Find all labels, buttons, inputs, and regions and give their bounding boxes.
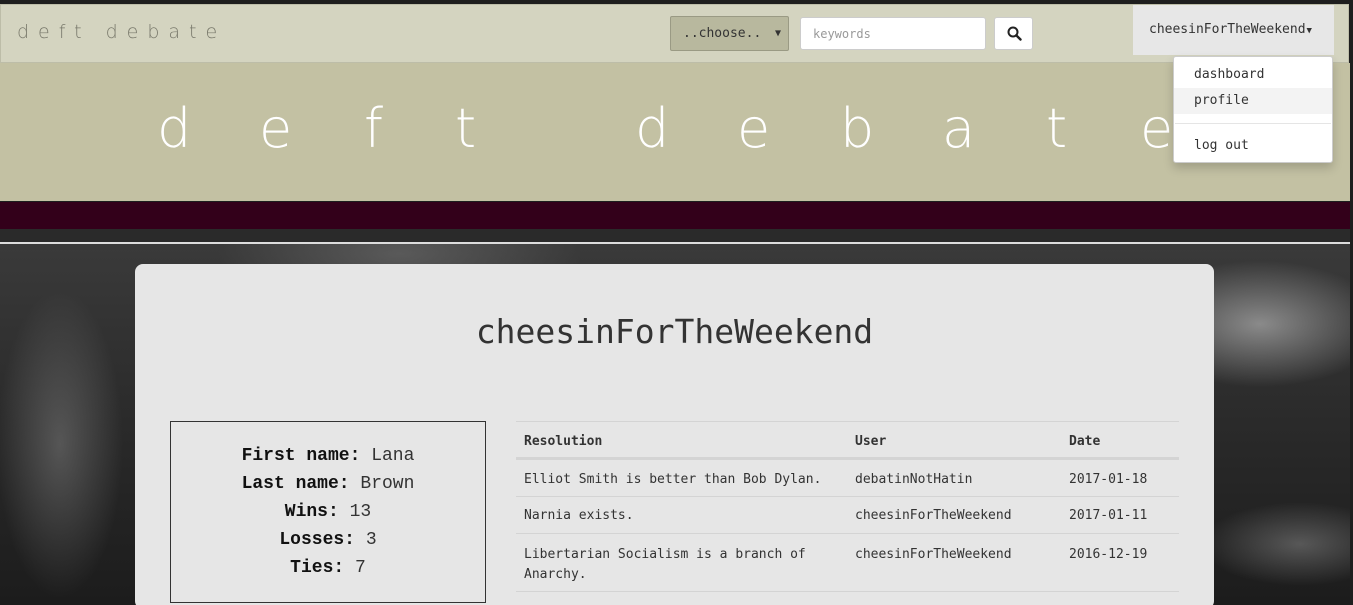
keywords-input[interactable] [800,17,986,50]
brand-logo[interactable]: deft debate [17,21,226,43]
user-info-box: First name: Lana Last name: Brown Wins: … [170,421,486,603]
wins-value: 13 [349,502,372,522]
ties-value: 7 [355,558,366,578]
first-name-value: Lana [371,446,415,466]
column-header-date: Date [1069,434,1101,449]
resolution-cell[interactable]: Narnia exists. [524,508,834,523]
hero-banner: d e f t d e b a t e [0,63,1350,201]
user-cell[interactable]: cheesinForTheWeekend [855,545,1012,565]
user-dropdown-menu: dashboard profile log out [1173,56,1333,163]
category-select[interactable]: ..choose.. ▼ [670,16,789,51]
menu-divider [1175,123,1331,124]
last-name-line: Last name: Brown [171,470,485,498]
banner-letter: t [455,97,477,160]
resolution-cell[interactable]: Libertarian Socialism is a branch of Ana… [524,545,834,585]
banner-letter: f [364,97,384,160]
ties-line: Ties: 7 [171,554,485,582]
wins-line: Wins: 13 [171,498,485,526]
last-name-label: Last name: [241,474,350,494]
banner-letter: a [942,97,976,160]
profile-username: cheesinForTheWeekend [475,312,874,351]
column-header-resolution: Resolution [524,434,603,449]
table-row-partial[interactable] [516,591,1179,605]
menu-item-log-out[interactable]: log out [1174,133,1332,159]
banner-letter: d [635,97,670,160]
search-button[interactable] [994,17,1033,50]
losses-label: Losses: [279,530,355,550]
banner-letter: t [1046,97,1068,160]
user-menu-toggle[interactable]: cheesinForTheWeekend▼ [1133,5,1334,55]
profile-card: cheesinForTheWeekend First name: Lana La… [135,264,1214,605]
banner-letter: d [157,97,192,160]
first-name-line: First name: Lana [171,442,485,470]
banner-letter: e [1140,97,1174,160]
last-name-value: Brown [360,474,415,494]
banner-letter: b [840,97,875,160]
losses-value: 3 [365,530,377,550]
ties-label: Ties: [290,558,345,578]
divider-strip [0,229,1350,242]
table-row[interactable]: Narnia exists. cheesinForTheWeekend 2017… [516,496,1179,533]
menu-item-dashboard[interactable]: dashboard [1174,62,1332,88]
user-menu-label: cheesinForTheWeekend [1149,22,1306,37]
first-name-label: First name: [241,446,361,466]
search-icon [1007,26,1022,41]
date-cell: 2017-01-11 [1069,508,1148,523]
select-caret-icon: ▼ [774,28,781,39]
wins-label: Wins: [284,502,339,522]
user-cell[interactable]: cheesinForTheWeekend [855,508,1012,523]
accent-stripe [0,202,1350,229]
column-header-user: User [855,434,887,449]
table-header: Resolution User Date [516,421,1179,459]
user-cell[interactable]: debatinNotHatin [855,472,972,487]
debates-table: Resolution User Date Elliot Smith is bet… [516,421,1179,605]
table-row[interactable]: Elliot Smith is better than Bob Dylan. d… [516,459,1179,496]
date-cell: 2016-12-19 [1069,547,1148,562]
banner-letter: e [259,97,293,160]
menu-item-profile[interactable]: profile [1174,88,1332,114]
date-cell: 2017-01-18 [1069,472,1148,487]
caret-down-icon: ▼ [1306,26,1312,36]
category-select-value: ..choose.. [683,26,762,41]
resolution-cell[interactable]: Elliot Smith is better than Bob Dylan. [524,472,834,487]
navbar: deft debate ..choose.. ▼ cheesinForTheWe… [0,4,1349,63]
banner-letter: e [737,97,771,160]
losses-line: Losses: 3 [171,526,485,554]
table-row[interactable]: Libertarian Socialism is a branch of Ana… [516,533,1179,591]
